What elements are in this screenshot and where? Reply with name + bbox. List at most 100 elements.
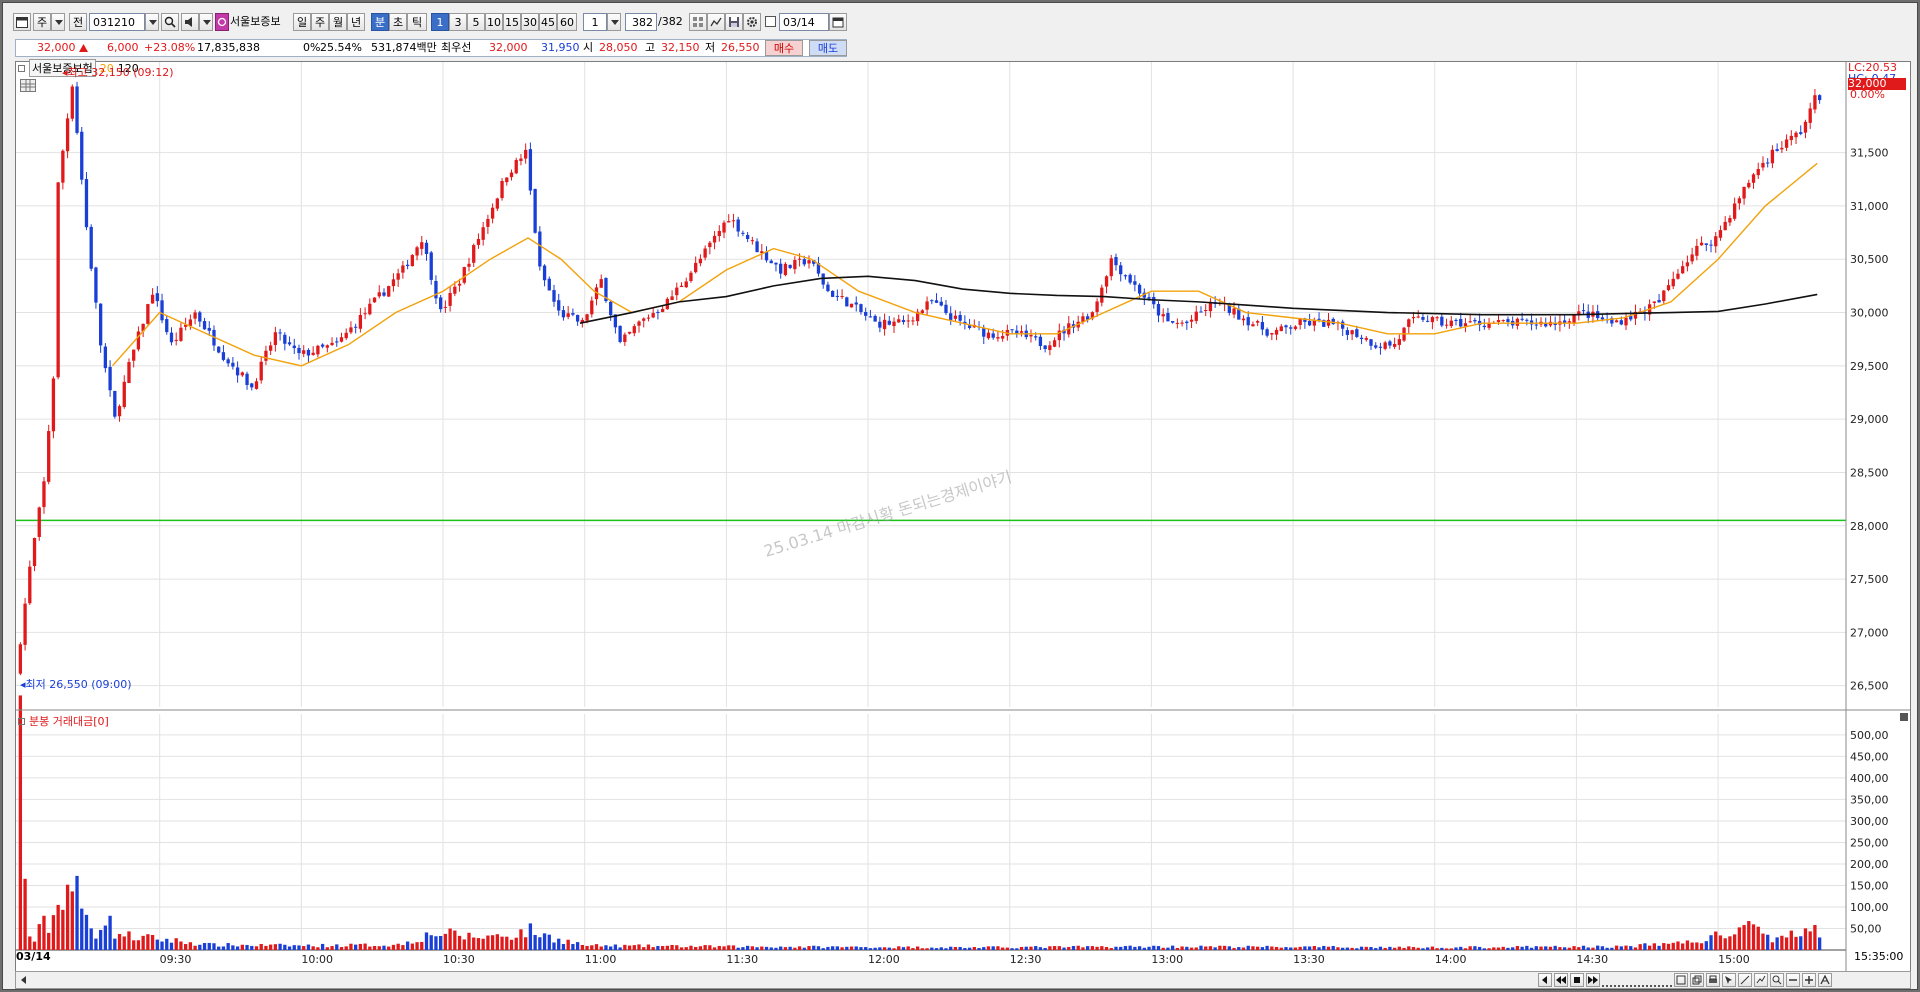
count-input[interactable]: 382 xyxy=(625,13,657,31)
sound-button[interactable] xyxy=(181,13,199,31)
zoom-slider[interactable] xyxy=(1602,973,1672,987)
minute-3[interactable]: 3 xyxy=(449,13,467,31)
sell-button[interactable]: 매도 xyxy=(809,40,847,56)
low-marker-text: 최저 26,550 (09:00) xyxy=(25,678,132,691)
tool-chart-button[interactable] xyxy=(1754,973,1768,987)
volume-bar xyxy=(708,945,712,950)
candle-body xyxy=(1473,319,1477,322)
unit-second[interactable]: 초 xyxy=(389,13,407,31)
type-select[interactable]: 주 xyxy=(33,13,51,31)
chart-scrollbar[interactable] xyxy=(15,971,1911,989)
stock-badge-icon xyxy=(217,17,227,27)
volume-bar xyxy=(769,947,773,950)
scroll-last-button[interactable] xyxy=(1586,973,1600,987)
table-toggle[interactable] xyxy=(20,79,36,92)
font-button[interactable] xyxy=(1818,973,1832,987)
date-checkbox[interactable] xyxy=(765,16,776,27)
candle-body xyxy=(552,290,556,302)
chart-panel[interactable]: 26,500 27,000 27,500 28,000 28,500 29,000 29,5… xyxy=(15,59,1911,973)
zoom-in-button[interactable] xyxy=(1802,973,1816,987)
volume-bar xyxy=(434,936,438,950)
volume-bar xyxy=(391,944,396,950)
candle-body xyxy=(1737,198,1742,204)
period-year[interactable]: 년 xyxy=(347,13,365,31)
volume-bar xyxy=(387,946,391,950)
volume-bar xyxy=(906,946,910,950)
scroll-first-button[interactable] xyxy=(1554,973,1568,987)
split-button[interactable] xyxy=(689,13,707,31)
volume-bar xyxy=(1411,947,1416,950)
volume-pane-close[interactable] xyxy=(1900,713,1908,721)
volume-bar xyxy=(849,946,854,950)
candle-body xyxy=(1756,168,1760,176)
stock-code-dropdown[interactable] xyxy=(145,13,159,31)
candle-body xyxy=(585,314,589,321)
tool-arrow-button[interactable] xyxy=(1722,973,1736,987)
unit-minute[interactable]: 분 xyxy=(371,13,389,31)
type-dropdown[interactable] xyxy=(51,13,65,31)
prev-button[interactable]: 전 xyxy=(69,13,87,31)
interval-dropdown[interactable] xyxy=(607,13,621,31)
date-input[interactable]: 03/14 xyxy=(779,13,829,31)
legend-toggle-icon[interactable] xyxy=(18,64,25,72)
tool-copy-button[interactable] xyxy=(1690,973,1704,987)
search-button[interactable] xyxy=(161,13,179,31)
buy-button[interactable]: 매수 xyxy=(765,40,803,56)
interval-input[interactable]: 1 xyxy=(583,13,607,31)
volume-toggle-icon[interactable] xyxy=(18,717,25,725)
tool-window-button[interactable] xyxy=(1674,973,1688,987)
candle-body xyxy=(528,149,533,191)
volume-bar xyxy=(1052,946,1057,950)
scroll-prev-button[interactable] xyxy=(1538,973,1552,987)
minute-1[interactable]: 1 xyxy=(431,13,449,31)
volume-bar xyxy=(231,945,235,950)
sound-dropdown[interactable] xyxy=(199,13,213,31)
minute-10[interactable]: 10 xyxy=(485,13,503,31)
volume-bar xyxy=(273,944,278,950)
candle-body xyxy=(1454,319,1458,321)
calendar-button[interactable] xyxy=(829,13,847,31)
candle-body xyxy=(401,265,405,273)
volume-bar xyxy=(1213,947,1217,950)
volume-bar xyxy=(1718,935,1723,950)
minute-45[interactable]: 45 xyxy=(539,13,557,31)
candle-body xyxy=(1695,245,1699,256)
print-icon xyxy=(1709,975,1717,983)
volume-bar xyxy=(1199,945,1203,950)
layout-icon[interactable] xyxy=(13,13,31,31)
volume-bar xyxy=(1374,948,1378,950)
volume-bar xyxy=(325,947,329,950)
volume-bar xyxy=(774,947,778,950)
volume-bar xyxy=(1657,945,1661,950)
minute-60[interactable]: 60 xyxy=(557,13,577,31)
period-month[interactable]: 월 xyxy=(329,13,347,31)
stock-name: 서울보증보 xyxy=(230,15,281,28)
candle-body xyxy=(1766,162,1770,164)
indicator-button[interactable] xyxy=(707,13,725,31)
low-marker: ◂최저 26,550 (09:00) xyxy=(20,678,132,692)
volume-bar xyxy=(80,908,84,950)
unit-tick[interactable]: 틱 xyxy=(407,13,427,31)
volume-bar xyxy=(1208,946,1213,950)
volume-bar xyxy=(1666,943,1671,950)
minute-5[interactable]: 5 xyxy=(467,13,485,31)
minute-15[interactable]: 15 xyxy=(503,13,521,31)
volume-bar xyxy=(930,947,934,950)
period-day[interactable]: 일 xyxy=(293,13,311,31)
chart-canvas[interactable]: 26,500 27,000 27,500 28,000 28,500 29,000 29,5… xyxy=(16,62,1910,972)
period-week[interactable]: 주 xyxy=(311,13,329,31)
tool-print-button[interactable] xyxy=(1706,973,1720,987)
volume-bar xyxy=(1803,928,1808,950)
volume-bar xyxy=(221,946,226,950)
zoom-out-button[interactable] xyxy=(1786,973,1800,987)
gear-icon xyxy=(747,17,757,27)
minute-30[interactable]: 30 xyxy=(521,13,539,31)
stock-code-input[interactable]: 031210 xyxy=(89,13,145,31)
candle-body xyxy=(1341,321,1345,329)
save-button[interactable] xyxy=(725,13,743,31)
scroll-left-icon[interactable] xyxy=(18,974,30,986)
settings-button[interactable] xyxy=(743,13,761,31)
tool-line-button[interactable] xyxy=(1738,973,1752,987)
scroll-stop-button[interactable] xyxy=(1570,973,1584,987)
tool-search-button[interactable] xyxy=(1770,973,1784,987)
